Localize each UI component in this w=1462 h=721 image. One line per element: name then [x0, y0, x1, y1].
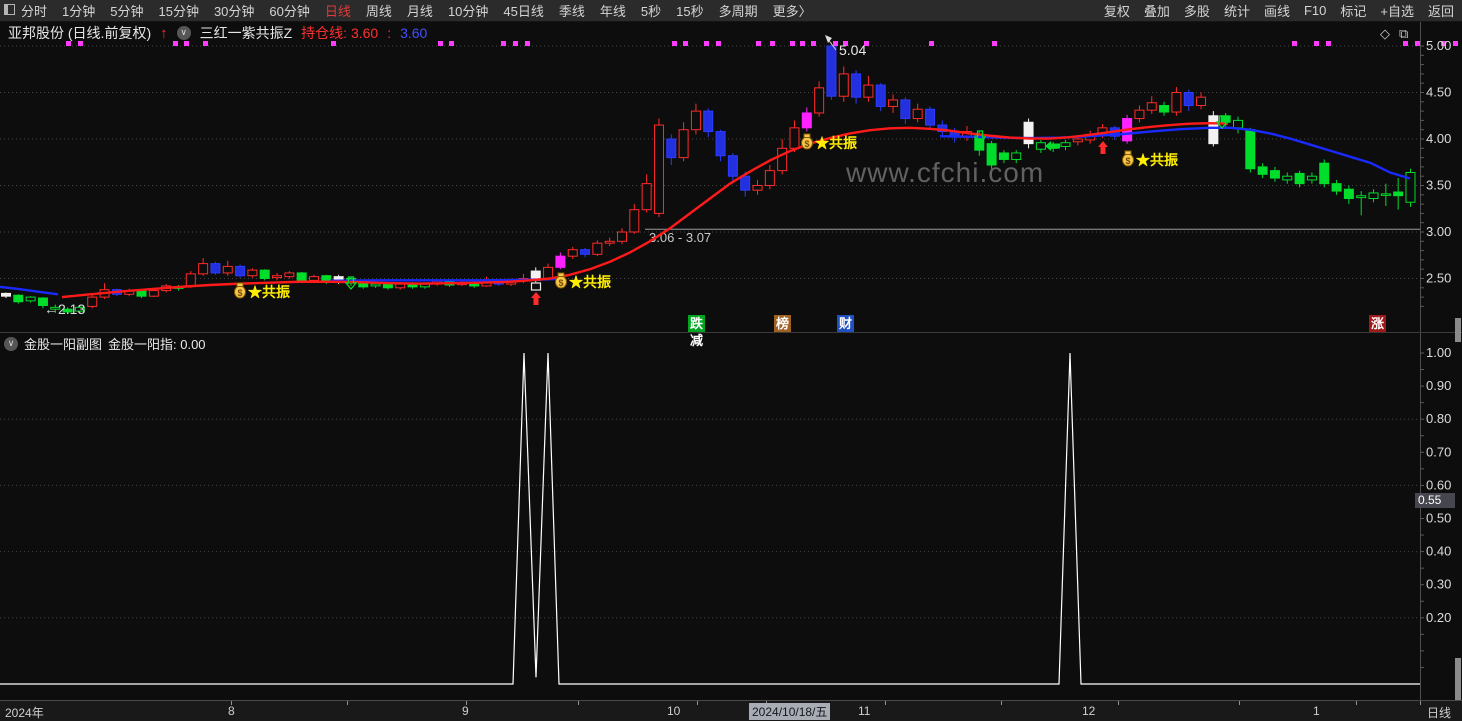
sub-indicator-value: 金股一阳指: 0.00 [108, 337, 206, 352]
svg-text:0.80: 0.80 [1426, 411, 1451, 426]
scrollbar-thumb-sub[interactable] [1455, 658, 1461, 700]
svg-text:0.50: 0.50 [1426, 511, 1451, 526]
svg-text:0.30: 0.30 [1426, 577, 1451, 592]
window-icon[interactable] [0, 3, 15, 18]
menu-item-F10[interactable]: F10 [1304, 3, 1326, 18]
page-icon[interactable]: ⧉ [1399, 26, 1408, 42]
watermark: www.cfchi.com [846, 157, 1045, 188]
date-label: 2024年 [5, 706, 44, 720]
scrollbar-thumb-main[interactable] [1455, 318, 1461, 342]
indicator-dropdown-icon[interactable]: ∨ [176, 26, 191, 40]
menu-item-15分钟[interactable]: 15分钟 [158, 1, 198, 20]
svg-text:0.20: 0.20 [1426, 610, 1451, 625]
price-badge[interactable]: 涨 [1369, 315, 1387, 332]
date-label: 12 [1082, 704, 1096, 718]
stock-title[interactable]: 亚邦股份 (日线.前复权) [8, 23, 151, 43]
menu-item-5分钟[interactable]: 5分钟 [110, 1, 143, 20]
svg-text:0.60: 0.60 [1426, 477, 1451, 492]
holding-line-label: 持仓线: 3.60 [301, 25, 379, 41]
price-badge[interactable]: 榜 [774, 315, 792, 332]
sub-indicator-title[interactable]: 金股一阳副图 [24, 334, 102, 353]
menu-item-1分钟[interactable]: 1分钟 [62, 1, 95, 20]
holding-line-sep: : [387, 25, 392, 41]
menu-item-月线[interactable]: 月线 [407, 1, 433, 20]
period-menu: 分时 1分钟 5分钟 15分钟 30分钟 60分钟 日线 周线 月线 10分钟 45日线 季线 年线 5秒… [15, 1, 812, 20]
collapse-icon[interactable]: ∨ [4, 336, 18, 351]
menu-item-多周期[interactable]: 多周期 [719, 1, 758, 20]
x-axis[interactable]: 2024年 8 9 10 11 12 1 2024/10/18/五 日线 [0, 700, 1462, 721]
menu-item-标记[interactable]: 标记 [1340, 1, 1366, 20]
date-label: 1 [1313, 704, 1320, 718]
menu-item-更多〉[interactable]: 更多〉 [773, 1, 812, 20]
main-chart-pane[interactable] [0, 44, 1420, 332]
price-badge[interactable]: 财 [837, 315, 855, 332]
x-axis-tick [578, 701, 579, 705]
x-axis-tick [1239, 701, 1240, 705]
trend-up-icon: ↑ [160, 24, 168, 42]
period-label[interactable]: 日线 [1427, 704, 1451, 721]
svg-text:3.50: 3.50 [1426, 178, 1451, 193]
x-axis-tick [347, 701, 348, 705]
svg-text:0.90: 0.90 [1426, 378, 1451, 393]
holding-line-value: 3.60 [400, 25, 428, 41]
x-axis-tick [1356, 701, 1357, 705]
menu-bar: 分时 1分钟 5分钟 15分钟 30分钟 60分钟 日线 周线 月线 10分钟 45日线 季线 年线 5秒… [0, 0, 1462, 22]
sub-chart-header: ∨ 金股一阳副图 金股一阳指: 0.00 [4, 334, 206, 353]
menu-item-15秒[interactable]: 15秒 [676, 1, 703, 20]
current-value-tag: 0.55 [1415, 493, 1455, 508]
svg-text:5.00: 5.00 [1426, 38, 1451, 53]
tool-menu: 复权 叠加 多股 统计 画线 F10 标记 +自选 返回 [1104, 1, 1462, 20]
date-label: 11 [858, 704, 871, 718]
menu-item-复权[interactable]: 复权 [1104, 1, 1130, 20]
menu-item-统计[interactable]: 统计 [1224, 1, 1250, 20]
svg-text:4.50: 4.50 [1426, 85, 1451, 100]
menu-item-30分钟[interactable]: 30分钟 [214, 1, 254, 20]
x-axis-tick [885, 701, 886, 705]
date-label: 9 [462, 704, 469, 718]
menu-item-日线[interactable]: 日线 [325, 1, 351, 20]
price-badge[interactable]: 跌减 [688, 315, 706, 348]
menu-item-5秒[interactable]: 5秒 [641, 1, 661, 20]
svg-text:4.00: 4.00 [1426, 131, 1451, 146]
menu-item-+自选[interactable]: +自选 [1380, 1, 1414, 20]
menu-item-分时[interactable]: 分时 [21, 1, 47, 20]
menu-item-60分钟[interactable]: 60分钟 [269, 1, 309, 20]
menu-item-画线[interactable]: 画线 [1264, 1, 1290, 20]
menu-item-10分钟[interactable]: 10分钟 [448, 1, 488, 20]
highlighted-date-label: 2024/10/18/五 [749, 703, 831, 720]
menu-item-叠加[interactable]: 叠加 [1144, 1, 1170, 20]
title-bar: 亚邦股份 (日线.前复权) ↑ ∨ 三红一紫共振Z 持仓线: 3.60 : 3.… [0, 22, 1420, 44]
diamond-icon[interactable]: ◇ [1380, 26, 1390, 42]
svg-text:2.50: 2.50 [1426, 271, 1451, 286]
menu-item-季线[interactable]: 季线 [559, 1, 585, 20]
svg-text:3.00: 3.00 [1426, 224, 1451, 239]
svg-text:0.40: 0.40 [1426, 544, 1451, 559]
menu-item-返回[interactable]: 返回 [1428, 1, 1454, 20]
x-axis-tick [1420, 701, 1421, 705]
date-label: 10 [667, 704, 681, 718]
menu-item-周线[interactable]: 周线 [366, 1, 392, 20]
menu-item-年线[interactable]: 年线 [600, 1, 626, 20]
x-axis-tick [1118, 701, 1119, 705]
svg-text:1.00: 1.00 [1426, 345, 1451, 360]
sub-chart-pane[interactable] [0, 352, 1420, 700]
indicator-name[interactable]: 三红一紫共振Z [200, 23, 293, 43]
x-axis-tick [697, 701, 698, 705]
menu-item-多股[interactable]: 多股 [1184, 1, 1210, 20]
svg-text:0.70: 0.70 [1426, 444, 1451, 459]
menu-item-45日线[interactable]: 45日线 [503, 1, 543, 20]
pane-divider [0, 332, 1462, 333]
date-label: 8 [228, 704, 235, 718]
x-axis-tick [1001, 701, 1002, 705]
